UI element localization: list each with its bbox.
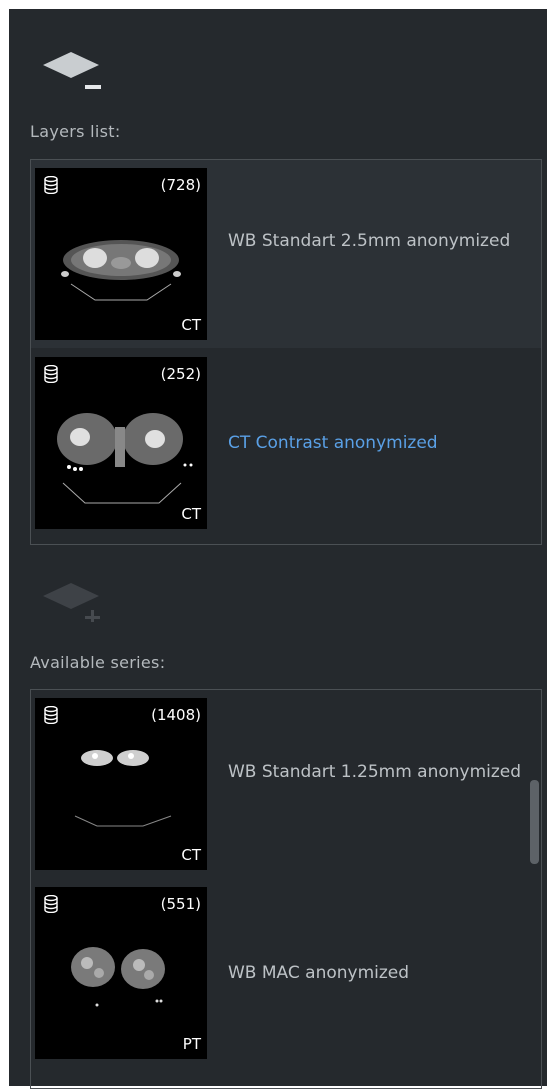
layers-list-label: Layers list: <box>30 122 121 141</box>
database-stack-icon <box>43 894 59 917</box>
list-item[interactable]: (551) PT WB MAC anonymized <box>31 879 541 1067</box>
available-series-label: Available series: <box>30 653 166 672</box>
list-item[interactable]: (728) CT WB Standart 2.5mm anonymized <box>31 160 541 348</box>
series-name: WB Standart 2.5mm anonymized <box>228 231 511 251</box>
image-count: (1408) <box>151 706 201 724</box>
database-stack-icon <box>43 364 59 387</box>
database-stack-icon <box>43 705 59 728</box>
scrollbar[interactable] <box>529 690 541 1088</box>
remove-layer-button[interactable] <box>39 43 111 91</box>
modality-label: CT <box>181 505 201 523</box>
layer-add-icon <box>43 583 100 622</box>
database-stack-icon <box>43 175 59 198</box>
image-count: (728) <box>160 176 201 194</box>
layer-remove-icon <box>43 52 101 89</box>
list-item[interactable]: (252) CT CT Contrast anonymized <box>31 349 541 537</box>
available-series-list: (1408) CT WB Standart 1.25mm anonymized <box>30 689 542 1089</box>
list-item[interactable]: (1408) CT WB Standart 1.25mm anonymized <box>31 690 541 878</box>
scrollbar-thumb[interactable] <box>530 780 539 864</box>
image-count: (551) <box>160 895 201 913</box>
layers-panel: Layers list: (728) CT WB Standart 2.5mm … <box>9 9 547 1089</box>
series-thumbnail: (551) PT <box>35 887 207 1059</box>
series-name: CT Contrast anonymized <box>228 433 438 453</box>
series-thumbnail: (252) CT <box>35 357 207 529</box>
series-thumbnail: (728) CT <box>35 168 207 340</box>
series-thumbnail: (1408) CT <box>35 698 207 870</box>
image-count: (252) <box>160 365 201 383</box>
layers-list: (728) CT WB Standart 2.5mm anonymized (2… <box>30 159 542 545</box>
modality-label: PT <box>182 1035 201 1053</box>
modality-label: CT <box>181 846 201 864</box>
add-layer-button[interactable] <box>39 574 111 622</box>
series-name: WB Standart 1.25mm anonymized <box>228 762 522 782</box>
series-name: WB MAC anonymized <box>228 963 410 983</box>
modality-label: CT <box>181 316 201 334</box>
